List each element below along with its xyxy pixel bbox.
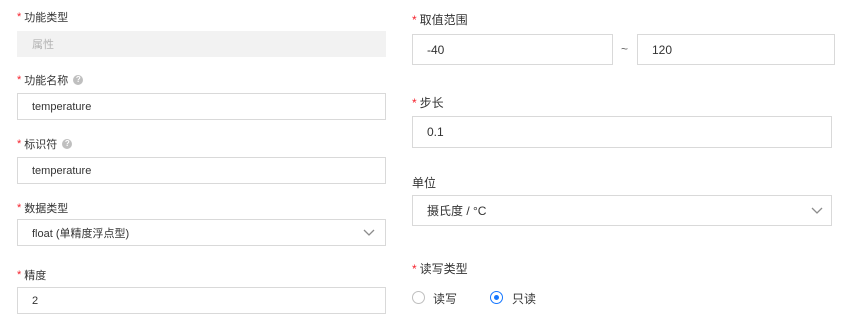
func-name-label: * 功能名称 ? <box>17 72 84 88</box>
unit-value: 摄氏度 / °C <box>427 204 487 218</box>
func-type-field: 属性 <box>17 31 386 57</box>
unit-select[interactable]: 摄氏度 / °C <box>412 195 832 226</box>
chevron-down-icon <box>363 229 375 236</box>
required-mark: * <box>17 138 22 150</box>
step-value: 0.1 <box>427 125 444 139</box>
step-label-text: 步长 <box>419 96 444 110</box>
func-type-label: * 功能类型 <box>17 9 68 25</box>
identifier-label-text: 标识符 <box>24 139 58 151</box>
required-mark: * <box>17 74 22 86</box>
precision-label-text: 精度 <box>24 270 47 282</box>
unit-label: 单位 <box>412 174 436 191</box>
range-max-value: 120 <box>652 42 673 57</box>
data-type-label: * 数据类型 <box>17 200 68 216</box>
required-mark: * <box>412 12 417 27</box>
data-type-select[interactable]: float (单精度浮点型) <box>17 219 386 246</box>
required-mark: * <box>412 261 417 276</box>
required-mark: * <box>17 202 22 214</box>
range-label-text: 取值范围 <box>419 13 468 27</box>
identifier-input[interactable]: temperature <box>17 157 386 184</box>
data-type-value: float (单精度浮点型) <box>32 227 130 240</box>
precision-label: * 精度 <box>17 267 46 283</box>
step-input[interactable]: 0.1 <box>412 116 832 148</box>
chevron-down-icon <box>811 207 823 214</box>
range-min-input[interactable]: -40 <box>412 34 613 65</box>
required-mark: * <box>17 269 22 281</box>
precision-input[interactable]: 2 <box>17 287 386 314</box>
identifier-value: temperature <box>32 164 92 177</box>
radio-read-write[interactable] <box>412 291 425 304</box>
range-separator: ~ <box>621 42 629 56</box>
range-max-input[interactable]: 120 <box>637 34 835 65</box>
precision-value: 2 <box>32 294 39 307</box>
data-type-label-text: 数据类型 <box>24 203 69 215</box>
required-mark: * <box>412 95 417 110</box>
required-mark: * <box>17 11 22 23</box>
radio-read-only[interactable] <box>490 291 503 304</box>
unit-label-text: 单位 <box>412 176 437 190</box>
radio-read-write-label[interactable]: 读写 <box>433 290 457 307</box>
func-name-value: temperature <box>32 100 92 113</box>
func-name-label-text: 功能名称 <box>24 75 69 87</box>
range-min-value: -40 <box>427 42 445 57</box>
step-label: * 步长 <box>412 94 444 111</box>
func-name-input[interactable]: temperature <box>17 93 386 120</box>
rw-type-label-text: 读写类型 <box>419 262 468 276</box>
func-type-value: 属性 <box>32 39 54 51</box>
radio-read-only-label[interactable]: 只读 <box>512 290 536 307</box>
func-type-label-text: 功能类型 <box>24 12 69 24</box>
help-icon[interactable]: ? <box>62 139 73 149</box>
rw-type-label: * 读写类型 <box>412 260 468 277</box>
identifier-label: * 标识符 ? <box>17 136 73 152</box>
range-label: * 取值范围 <box>412 11 468 28</box>
help-icon[interactable]: ? <box>73 75 84 85</box>
